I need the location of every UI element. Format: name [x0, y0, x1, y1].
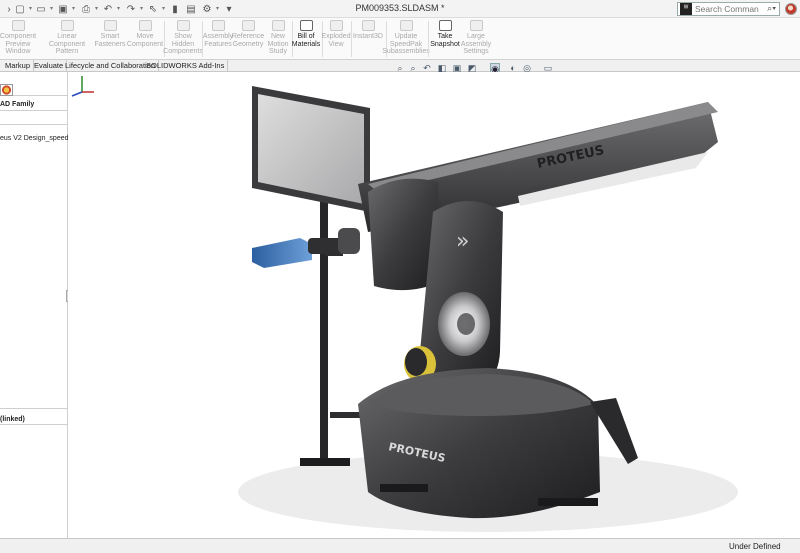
large-assembly-settings-button[interactable]: Large Assembly Settings — [461, 20, 491, 56]
reference-geometry-icon — [241, 20, 255, 31]
blue-tool-body — [252, 238, 312, 268]
smart-fasteners-label: Smart Fasteners — [94, 33, 126, 48]
monitor-pole — [320, 192, 328, 462]
divider — [0, 124, 68, 125]
smart-fasteners-icon — [103, 20, 117, 31]
move-component-button[interactable]: Move Component — [126, 20, 164, 48]
rebuild-icon[interactable]: ▮ — [168, 2, 182, 16]
assembly-features-icon — [211, 20, 225, 31]
component-preview-label: Component Preview Window — [0, 33, 37, 55]
camera-icon — [438, 20, 452, 31]
search-icon[interactable]: ⌕▾ — [767, 3, 776, 14]
exploded-view-icon — [329, 20, 343, 31]
status-bar: Under Defined — [0, 538, 800, 553]
instant3d-icon — [361, 20, 375, 31]
tab-solidworks-add-ins[interactable]: SOLIDWORKS Add-Ins — [143, 60, 229, 72]
base-top — [368, 374, 594, 416]
component-preview-icon — [11, 20, 25, 31]
feature-manager-tabs — [0, 84, 68, 96]
solidworks-window: › ▢ ▾ ▭ ▾ ▣ ▾ ⎙ ▾ ↶ ▾ ↷ ▾ ⇖ ▾ ▮ ▤ ⚙ ▾ ▾ PM009353… — [0, 0, 800, 553]
triad-z-axis — [71, 91, 83, 97]
linear-pattern-label: Linear Component Pattern — [48, 33, 86, 55]
file-properties-icon[interactable]: ▤ — [184, 2, 198, 16]
torso-lens-core — [457, 313, 475, 335]
divider — [0, 110, 68, 111]
status-text: Under Defined — [729, 542, 781, 551]
large-assembly-icon — [469, 20, 483, 31]
separator — [428, 21, 429, 57]
solidworks-icon: ᵂ — [680, 3, 692, 15]
print-icon[interactable]: ⎙ ▾ — [79, 2, 98, 16]
show-hidden-label: Show Hidden Components — [163, 33, 203, 55]
tab-markup[interactable]: Markup — [2, 60, 35, 72]
assembly-features-label: Assembly Features — [202, 33, 234, 48]
save-icon[interactable]: ▣ ▾ — [56, 2, 75, 16]
reference-geometry-label: Reference Geometry — [231, 33, 265, 48]
divider — [0, 424, 68, 425]
move-component-icon — [138, 20, 152, 31]
search-input[interactable] — [695, 4, 759, 14]
open-icon[interactable]: ▭ ▾ — [34, 2, 53, 16]
component-preview-window-button[interactable]: Component Preview Window — [0, 20, 42, 56]
tree-item-linked[interactable]: (linked) — [0, 416, 25, 423]
title-bar: › ▢ ▾ ▭ ▾ ▣ ▾ ⎙ ▾ ↶ ▾ ↷ ▾ ⇖ ▾ ▮ ▤ ⚙ ▾ ▾ PM009353… — [0, 0, 800, 18]
tool-clamp — [308, 238, 342, 254]
take-snapshot-label: Take Snapshot — [430, 33, 460, 48]
options-icon[interactable]: ⚙ ▾ — [200, 2, 219, 16]
reference-triad — [71, 76, 94, 97]
base-foot-front — [380, 484, 428, 492]
linear-pattern-icon — [60, 20, 74, 31]
instant3d-label: Instant3D — [353, 33, 383, 40]
show-hidden-icon — [176, 20, 190, 31]
bill-of-materials-label: Bill of Materials — [291, 33, 321, 48]
move-component-label: Move Component — [126, 33, 164, 48]
update-speedpak-button[interactable]: Update SpeedPak Subassemblies — [382, 20, 430, 56]
motion-study-label: New Motion Study — [267, 33, 289, 55]
motion-study-icon — [271, 20, 285, 31]
feature-manager-panel: AD Family eus V2 Design_speedpak) (linke… — [0, 72, 82, 538]
user-avatar[interactable] — [785, 3, 797, 15]
monitor-foot — [300, 458, 350, 466]
undo-icon[interactable]: ↶ ▾ — [101, 2, 120, 16]
motor-cap — [405, 348, 427, 376]
customize-caret-icon[interactable]: ▾ — [222, 2, 236, 16]
base-foot-right — [538, 498, 598, 506]
reference-geometry-button[interactable]: Reference Geometry — [231, 20, 265, 48]
smart-fasteners-button[interactable]: Smart Fasteners — [93, 20, 127, 48]
update-speedpak-label: Update SpeedPak Subassemblies — [382, 33, 430, 55]
divider — [0, 408, 68, 409]
bill-of-materials-button[interactable]: Bill of Materials — [292, 20, 320, 48]
bill-of-materials-icon — [299, 20, 313, 31]
take-snapshot-button[interactable]: Take Snapshot — [430, 20, 460, 48]
select-icon[interactable]: ⇖ ▾ — [146, 2, 165, 16]
tool-joint — [338, 228, 360, 254]
redo-icon[interactable]: ↷ ▾ — [124, 2, 143, 16]
pole-brace — [330, 412, 362, 418]
exploded-view-button[interactable]: Exploded View — [321, 20, 351, 48]
appearances-tab-icon[interactable] — [0, 84, 13, 96]
large-assembly-label: Large Assembly Settings — [460, 33, 492, 55]
assembly-features-button[interactable]: Assembly Features — [203, 20, 233, 48]
new-motion-study-button[interactable]: New Motion Study — [264, 20, 292, 56]
command-manager: Component Preview Window Linear Componen… — [0, 18, 800, 60]
linear-component-pattern-button[interactable]: Linear Component Pattern — [43, 20, 91, 56]
instant3d-button[interactable]: Instant3D — [352, 20, 384, 41]
assembly-model-view: » PROTEUS PROTEUS — [238, 86, 738, 532]
graphics-area[interactable]: » PROTEUS PROTEUS — [68, 72, 800, 538]
family-label[interactable]: AD Family — [0, 101, 34, 108]
show-hidden-components-button[interactable]: Show Hidden Components — [163, 20, 203, 56]
update-speedpak-icon — [399, 20, 413, 31]
new-doc-icon[interactable]: ▢ ▾ — [13, 2, 32, 16]
chevron-logo: » — [456, 229, 469, 254]
search-commands-field[interactable]: ᵂ ⌕▾ — [677, 2, 780, 16]
exploded-view-label: Exploded View — [321, 33, 351, 48]
